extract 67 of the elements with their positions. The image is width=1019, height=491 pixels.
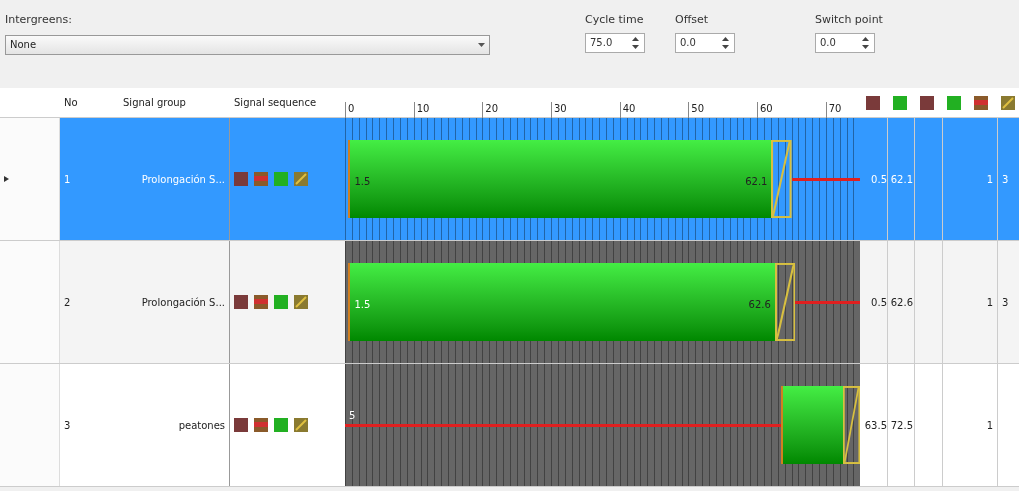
intergreens-label: Intergreens: <box>5 12 73 28</box>
go-signal-icon <box>274 295 288 309</box>
table-cell-text: 63.5 <box>864 418 887 433</box>
table-cell-text: 0.5 <box>871 295 887 310</box>
stop-signal-icon <box>234 172 248 186</box>
table-cell-text: 0.5 <box>871 172 887 187</box>
stop-phase-line <box>795 301 860 304</box>
table-cell-text: 1 <box>986 295 993 310</box>
clearance-signal-icon <box>294 295 308 309</box>
stop-signal-icon <box>234 295 248 309</box>
go-signal-icon <box>274 418 288 432</box>
clearance-signal-icon <box>294 418 308 432</box>
table-cell-text: 62.1 <box>890 172 913 187</box>
spinner-label: Cycle time <box>585 12 645 28</box>
stop-phase-line <box>792 178 860 181</box>
table-cell-text: 3 <box>1002 172 1009 187</box>
table-row[interactable]: 1 Prolongación S... 1.5 62.1 0.5 62.1 1 3 <box>0 118 1019 241</box>
go-phase-bar[interactable] <box>781 386 843 464</box>
column-header[interactable]: Signal group <box>115 95 230 110</box>
clearance-signal-icon <box>1001 95 1015 110</box>
table-cell-text: 2 <box>64 295 71 310</box>
table-row[interactable]: 2 Prolongación S... 1.5 62.6 0.5 62.6 1 3 <box>0 241 1019 364</box>
prepare-signal-icon <box>254 172 268 186</box>
go-signal-icon <box>947 95 961 110</box>
stop-signal-icon <box>866 95 880 110</box>
table-cell-text: 62.6 <box>890 295 913 310</box>
end-time-label: 62.1 <box>745 175 768 189</box>
table-cell-text: 1 <box>986 172 993 187</box>
table-cell-text: peatones <box>178 418 225 433</box>
number-spinner[interactable]: 0.0 <box>675 32 735 53</box>
go-phase-bar[interactable] <box>348 263 775 341</box>
start-time-label: 1.5 <box>354 298 371 312</box>
number-spinner[interactable]: 75.0 <box>585 32 645 53</box>
go-signal-icon <box>893 95 907 110</box>
go-phase-bar[interactable] <box>348 140 772 218</box>
intergreens-dropdown[interactable]: None <box>5 34 490 55</box>
table-row[interactable]: 3 peatones 5 63.5 72.5 1 <box>0 364 1019 487</box>
start-time-label: 1.5 <box>354 175 371 189</box>
spin-arrows-icon[interactable] <box>721 35 730 50</box>
column-header[interactable]: Signal sequence <box>230 95 345 110</box>
spinner-label: Offset <box>675 12 710 28</box>
spinner-label: Switch point <box>815 12 883 28</box>
spin-arrows-icon[interactable] <box>861 35 870 50</box>
table-cell-text: 1 <box>64 172 71 187</box>
table-cell-text: Prolongación S... <box>141 172 225 187</box>
start-time-label: 5 <box>349 409 356 423</box>
number-spinner[interactable]: 0.0 <box>815 32 875 53</box>
clearance-signal-icon <box>294 172 308 186</box>
stop-signal-icon <box>920 95 934 110</box>
stop-signal-icon <box>234 418 248 432</box>
table-cell-text: 1 <box>986 418 993 433</box>
table-cell-text: 72.5 <box>890 418 913 433</box>
go-signal-icon <box>274 172 288 186</box>
spin-arrows-icon[interactable] <box>631 35 640 50</box>
row-header-cell[interactable] <box>0 118 60 240</box>
prepare-signal-icon <box>254 295 268 309</box>
row-header-cell[interactable] <box>0 241 60 363</box>
prepare-signal-icon <box>974 95 988 110</box>
table-cell-text: 3 <box>1002 295 1009 310</box>
prepare-signal-icon <box>254 418 268 432</box>
end-time-label: 62.6 <box>748 298 771 312</box>
row-pointer-icon <box>4 176 9 182</box>
dropdown-arrow-icon <box>478 42 485 47</box>
table-cell-text: 3 <box>64 418 71 433</box>
table-cell-text: Prolongación S... <box>141 295 225 310</box>
row-header-cell[interactable] <box>0 364 60 486</box>
column-header[interactable]: No <box>60 95 115 110</box>
